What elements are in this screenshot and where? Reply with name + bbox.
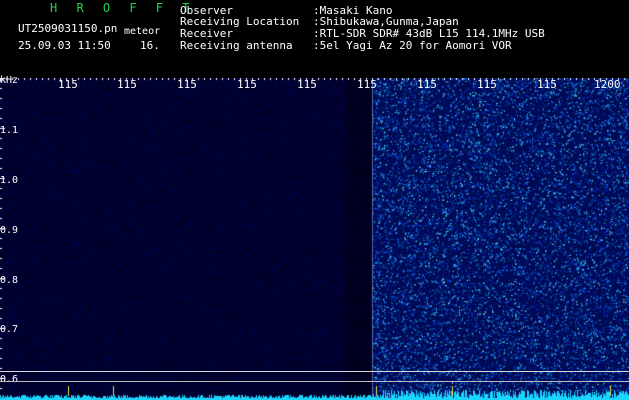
y-tick-label: 1.1 [0,125,19,136]
x-tick-label: 1200 [594,78,621,91]
filename: UT2509031150.pn [18,22,118,35]
event-count: 16. [140,39,160,52]
type-label: meteor [124,26,161,37]
x-tick-label: 115 [417,78,437,91]
reference-line-upper [0,371,629,372]
x-tick-label: 115 [117,78,137,91]
field-label-antenna: Receiving antenna [180,39,293,52]
y-tick-label: 0.9 [0,225,19,236]
x-tick-label: 115 [237,78,257,91]
x-tick-label: 115 [537,78,557,91]
x-tick-label: 115 [357,78,377,91]
x-tick-label: 115 [297,78,317,91]
station-code: H R O F F T [50,1,196,15]
y-axis-unit: kHz [0,75,19,86]
y-tick-label: 0.7 [0,324,19,335]
y-tick-label: 0.8 [0,275,19,286]
x-tick-label: 115 [177,78,197,91]
x-tick-label: 115 [477,78,497,91]
field-value-antenna: :5el Yagi Az 20 for Aomori VOR [313,39,512,52]
date-time: 25.09.03 11:50 [18,39,111,52]
header-panel: H R O F F T UT2509031150.pn meteor 25.09… [0,0,629,78]
reference-line-lower [0,381,629,382]
y-tick-label: 0.6 [0,374,19,385]
x-tick-label: 115 [58,78,78,91]
y-tick-label: 1.0 [0,175,19,186]
spectrogram [0,78,629,400]
